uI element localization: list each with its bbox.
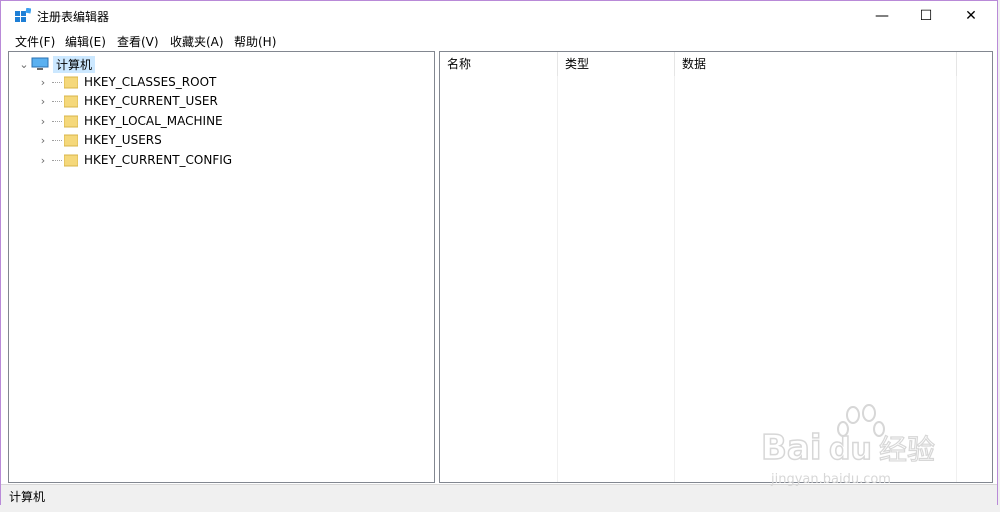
tree-item-hku[interactable]: › HKEY_USERS [36,131,162,149]
menu-bar: 文件(F) 编辑(E) 查看(V) 收藏夹(A) 帮助(H) [1,31,997,51]
folder-icon [64,154,78,167]
tree-root-label: 计算机 [53,55,96,73]
close-button[interactable]: ✕ [948,1,994,31]
key-tree-pane[interactable]: ⌄ 计算机 › HKEY_CLASSES_ROOT › HKEY_CURRENT… [8,51,435,483]
status-bar: 计算机 [1,484,997,505]
folder-icon [64,95,78,108]
registry-editor-icon [15,8,31,22]
menu-file[interactable]: 文件(F) [15,33,55,50]
column-divider [674,76,675,482]
tree-item-label: HKEY_CLASSES_ROOT [84,75,217,89]
menu-view[interactable]: 查看(V) [117,33,159,50]
menu-help[interactable]: 帮助(H) [234,33,276,50]
chevron-right-icon[interactable]: › [36,133,50,147]
menu-favorites[interactable]: 收藏夹(A) [170,33,224,50]
minimize-button[interactable]: — [859,1,905,31]
tree-item-label: HKEY_CURRENT_USER [84,94,218,108]
tree-root-computer[interactable]: ⌄ 计算机 [17,55,96,73]
folder-icon [64,134,78,147]
tree-item-label: HKEY_LOCAL_MACHINE [84,114,223,128]
chevron-right-icon[interactable]: › [36,75,50,89]
menu-edit[interactable]: 编辑(E) [65,33,106,50]
tree-item-hkcu[interactable]: › HKEY_CURRENT_USER [36,92,218,110]
chevron-right-icon[interactable]: › [36,153,50,167]
chevron-down-icon[interactable]: ⌄ [17,57,31,71]
tree-item-hkcr[interactable]: › HKEY_CLASSES_ROOT [36,73,217,91]
tree-item-hklm[interactable]: › HKEY_LOCAL_MACHINE [36,112,223,130]
column-header-name[interactable]: 名称 [440,52,558,76]
title-bar: 注册表编辑器 — ☐ ✕ [1,1,997,31]
values-list-pane[interactable]: 名称 类型 数据 [439,51,993,483]
tree-item-label: HKEY_USERS [84,133,162,147]
computer-icon [31,57,49,70]
chevron-right-icon[interactable]: › [36,94,50,108]
column-header-data[interactable]: 数据 [675,52,957,76]
status-path: 计算机 [9,490,46,504]
registry-editor-window: 注册表编辑器 — ☐ ✕ 文件(F) 编辑(E) 查看(V) 收藏夹(A) 帮助… [0,0,998,505]
window-title: 注册表编辑器 [37,10,110,24]
column-divider [557,76,558,482]
column-header-type[interactable]: 类型 [558,52,675,76]
chevron-right-icon[interactable]: › [36,114,50,128]
tree-item-hkcc[interactable]: › HKEY_CURRENT_CONFIG [36,151,232,169]
tree-item-label: HKEY_CURRENT_CONFIG [84,153,233,167]
folder-icon [64,115,78,128]
maximize-button[interactable]: ☐ [903,1,949,31]
folder-icon [64,76,78,89]
column-divider [956,76,957,482]
